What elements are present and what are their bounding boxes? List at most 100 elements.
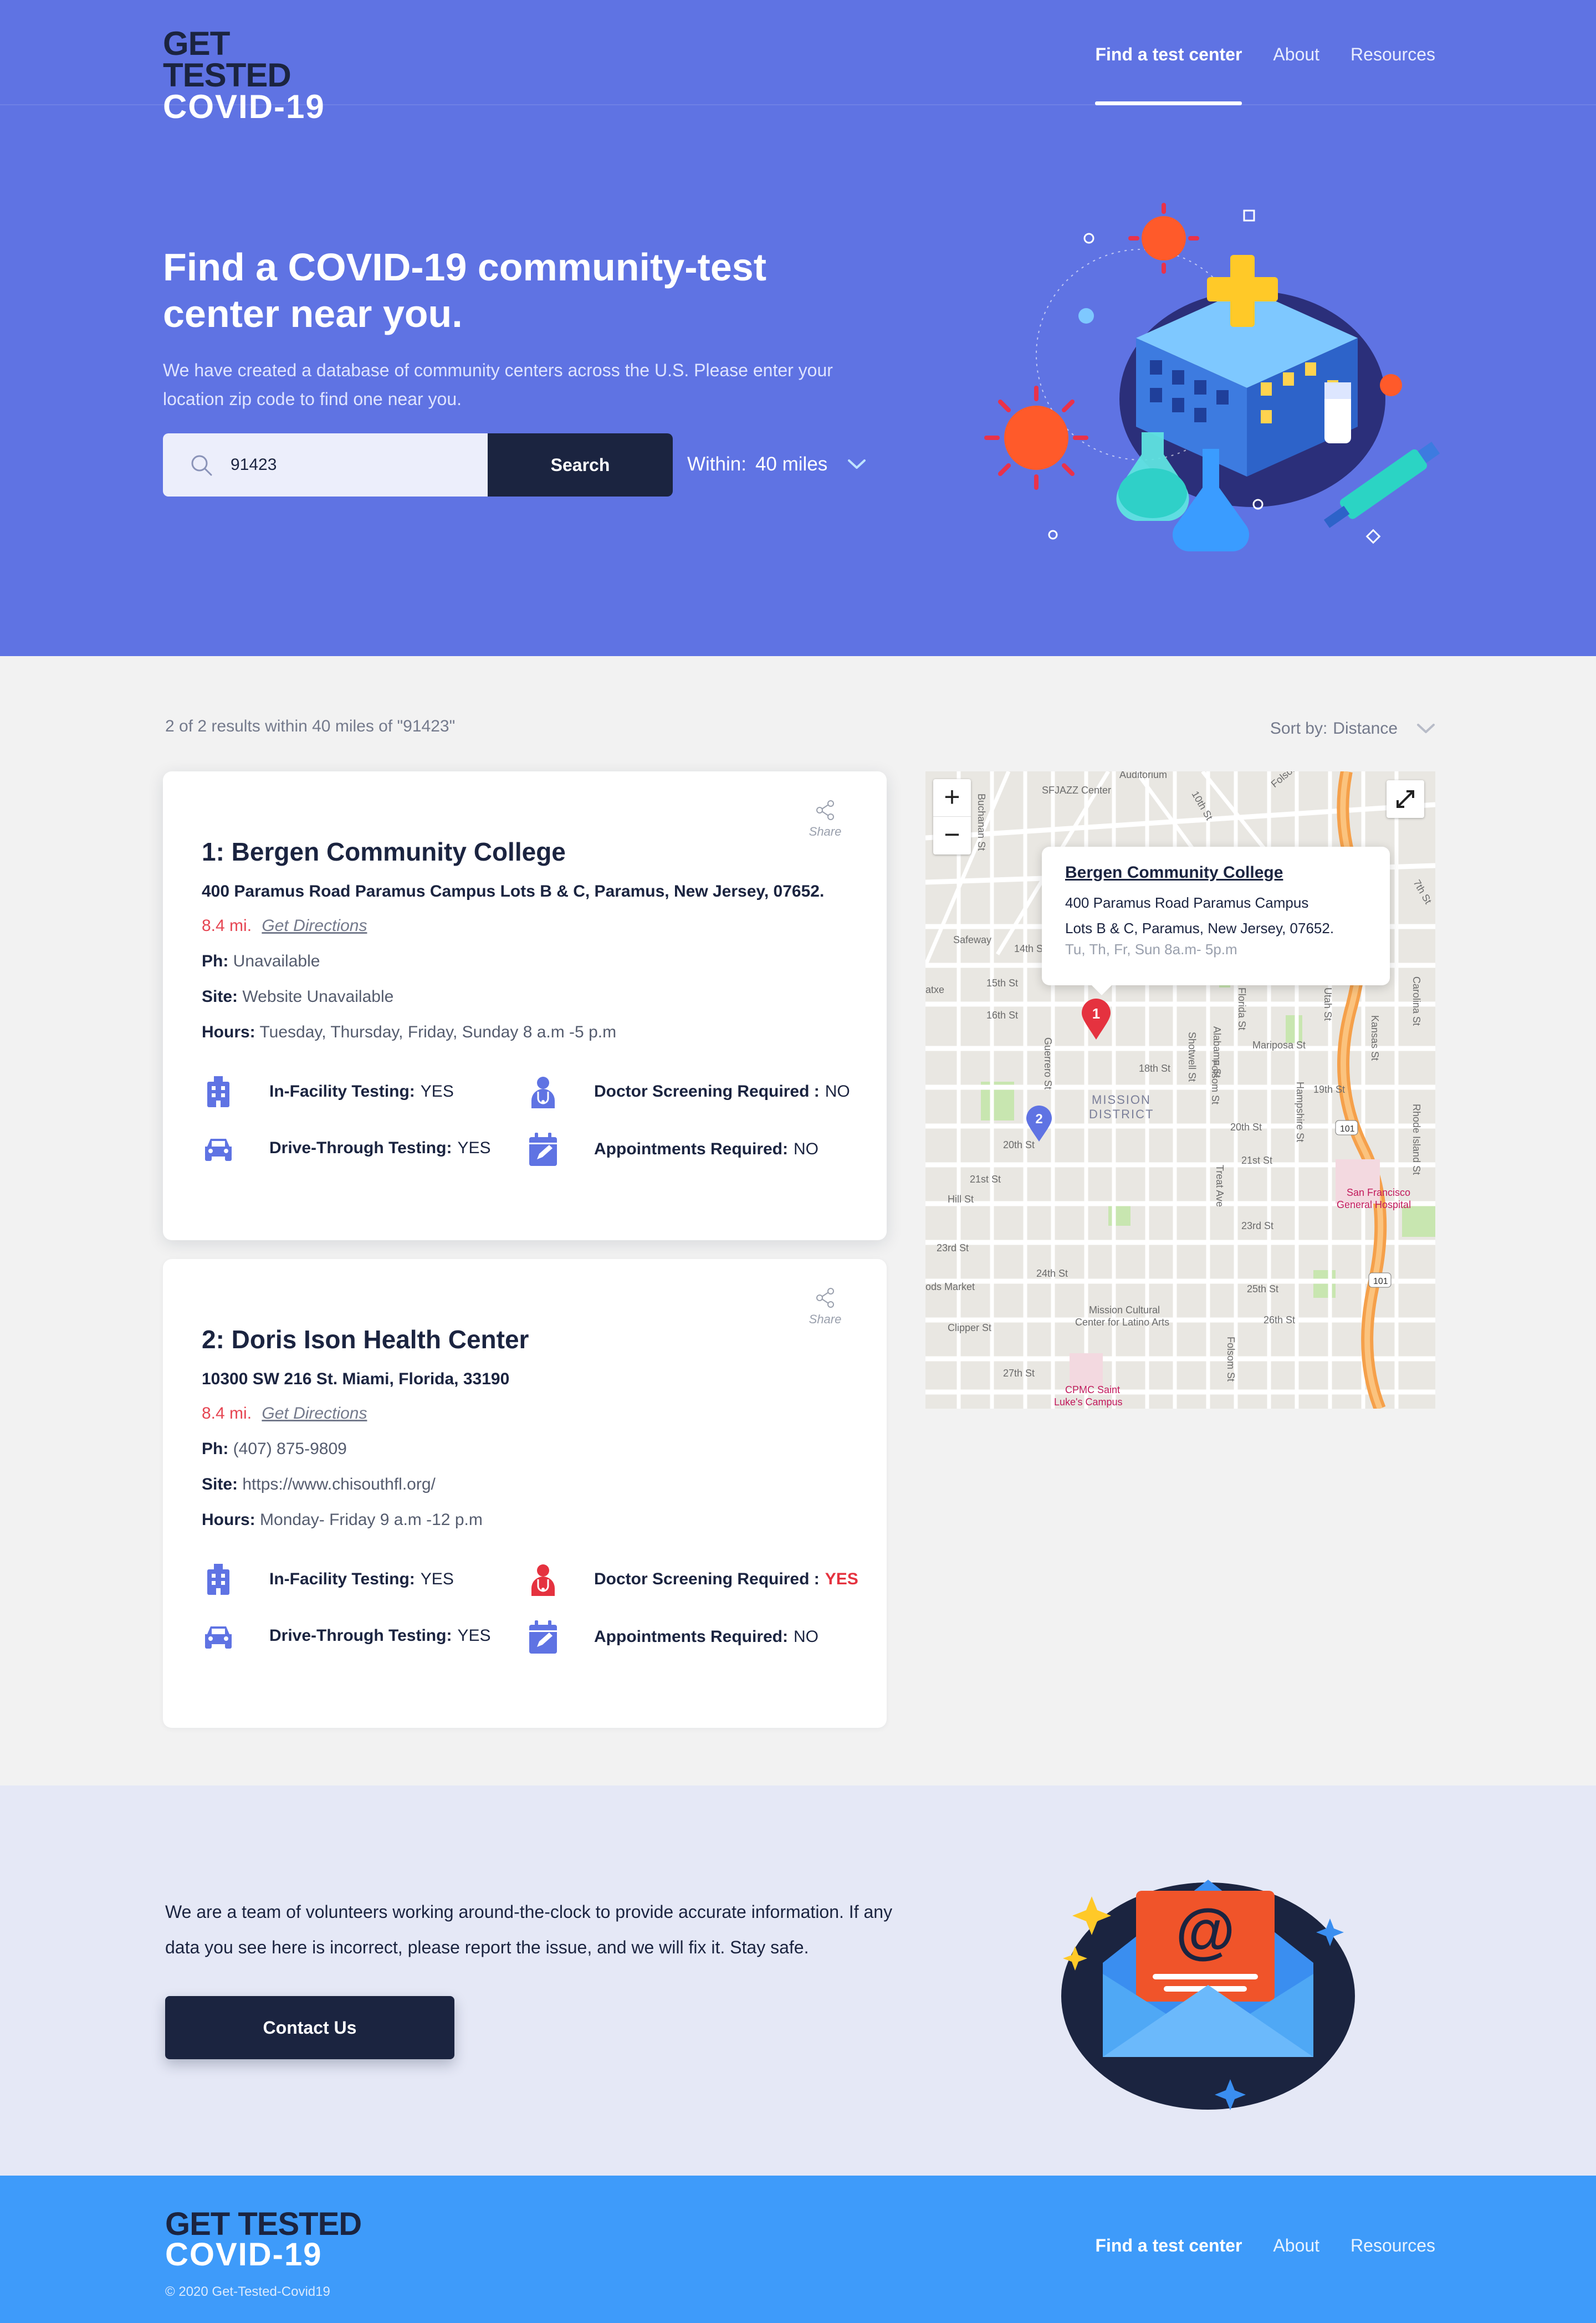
in-facility-testing: In-Facility Testing: YES bbox=[202, 1075, 454, 1108]
popup-address-line2: Lots B & C, Paramus, New Jersey, 07652. bbox=[1065, 920, 1334, 937]
doctor-icon bbox=[526, 1563, 560, 1596]
sort-dropdown[interactable]: Sort by: Distance bbox=[1270, 719, 1435, 738]
map-pin-2[interactable]: 2 bbox=[1025, 1105, 1053, 1143]
center-title[interactable]: 1: Bergen Community College bbox=[202, 837, 566, 867]
site-value: Website Unavailable bbox=[242, 987, 394, 1006]
hours-row: Hours: Tuesday, Thursday, Friday, Sunday… bbox=[202, 1023, 616, 1042]
map-pin-1[interactable]: 1 bbox=[1081, 999, 1112, 1041]
in-facility-testing: In-Facility Testing: YES bbox=[202, 1563, 454, 1596]
appointments-value: NO bbox=[794, 1140, 819, 1158]
doctor-screening-label: Doctor Screening Required : bbox=[594, 1570, 820, 1588]
nav-about[interactable]: About bbox=[1273, 44, 1319, 105]
phone-row: Ph: Unavailable bbox=[202, 952, 320, 971]
svg-text:Buchanan St: Buchanan St bbox=[976, 794, 987, 851]
footer: GET TESTED COVID-19 © 2020 Get-Tested-Co… bbox=[0, 2176, 1596, 2323]
svg-text:23rd St: 23rd St bbox=[1241, 1220, 1273, 1231]
svg-text:Guerrero St: Guerrero St bbox=[1042, 1037, 1053, 1089]
center-address: 400 Paramus Road Paramus Campus Lots B &… bbox=[202, 882, 825, 900]
share-icon bbox=[816, 800, 834, 820]
share-icon bbox=[816, 1288, 834, 1308]
nav-links: Find a test center About Resources bbox=[1095, 44, 1435, 105]
zoom-in-button[interactable]: + bbox=[933, 779, 971, 817]
brand-logo[interactable]: GET TESTED COVID-19 bbox=[163, 25, 329, 124]
center-distance: 8.4 mi. bbox=[202, 917, 252, 935]
svg-text:Folsom St: Folsom St bbox=[1225, 1337, 1236, 1381]
car-icon bbox=[202, 1619, 235, 1652]
contact-us-button[interactable]: Contact Us bbox=[165, 1996, 454, 2059]
drive-through-value: YES bbox=[457, 1626, 491, 1645]
hours-row: Hours: Monday- Friday 9 a.m -12 p.m bbox=[202, 1511, 483, 1529]
footer-brand-logo[interactable]: GET TESTED COVID-19 bbox=[165, 2208, 362, 2273]
calendar-edit-icon bbox=[526, 1133, 560, 1166]
zoom-controls: + − bbox=[933, 779, 971, 855]
zip-search-field[interactable] bbox=[163, 433, 488, 497]
fullscreen-button[interactable] bbox=[1387, 780, 1424, 818]
footer-resources[interactable]: Resources bbox=[1351, 2235, 1435, 2256]
chevron-down-icon bbox=[848, 459, 866, 469]
svg-text:14th St: 14th St bbox=[1014, 943, 1046, 954]
svg-text:Carolina St: Carolina St bbox=[1411, 976, 1422, 1026]
share-button[interactable]: Share bbox=[806, 1287, 845, 1327]
svg-text:Hampshire St: Hampshire St bbox=[1295, 1082, 1306, 1142]
get-directions-link[interactable]: Get Directions bbox=[262, 917, 367, 935]
results-map[interactable]: SFJAZZ Center Auditorium Safeway 15th St… bbox=[925, 771, 1435, 1409]
phone-label: Ph: bbox=[202, 1440, 229, 1458]
svg-text:CPMC Saint: CPMC Saint bbox=[1065, 1384, 1120, 1395]
svg-text:ods Market: ods Market bbox=[925, 1281, 975, 1292]
drive-through-value: YES bbox=[457, 1139, 491, 1157]
results-summary: 2 of 2 results within 40 miles of "91423… bbox=[165, 717, 456, 735]
in-facility-value: YES bbox=[420, 1570, 454, 1588]
svg-text:16th St: 16th St bbox=[986, 1010, 1018, 1021]
svg-text:21st St: 21st St bbox=[1241, 1155, 1272, 1166]
distance-dropdown[interactable]: Within: 40 miles bbox=[687, 453, 866, 475]
search-icon bbox=[191, 455, 212, 476]
search-button[interactable]: Search bbox=[488, 433, 673, 497]
doctor-screening-value: NO bbox=[825, 1082, 850, 1101]
svg-text:23rd St: 23rd St bbox=[937, 1242, 969, 1253]
share-label: Share bbox=[809, 825, 842, 838]
appointments-required: Appointments Required: NO bbox=[526, 1620, 819, 1654]
popup-title[interactable]: Bergen Community College bbox=[1065, 863, 1390, 882]
chevron-down-icon bbox=[1417, 724, 1435, 733]
svg-text:SFJAZZ Center: SFJAZZ Center bbox=[1042, 785, 1111, 796]
appointments-required: Appointments Required: NO bbox=[526, 1133, 819, 1166]
nav-resources[interactable]: Resources bbox=[1351, 44, 1435, 105]
within-label: Within: bbox=[687, 453, 746, 475]
svg-text:20th St: 20th St bbox=[1230, 1122, 1262, 1133]
zip-search-input[interactable] bbox=[231, 450, 463, 480]
svg-text:Florida St: Florida St bbox=[1236, 987, 1247, 1030]
site-label: Site: bbox=[202, 987, 238, 1006]
appointments-label: Appointments Required: bbox=[594, 1140, 788, 1158]
hours-value: Tuesday, Thursday, Friday, Sunday 8 a.m … bbox=[259, 1023, 617, 1041]
svg-text:Mariposa St: Mariposa St bbox=[1252, 1040, 1306, 1051]
in-facility-value: YES bbox=[420, 1082, 454, 1101]
hours-label: Hours: bbox=[202, 1511, 255, 1529]
drive-through-label: Drive-Through Testing: bbox=[269, 1139, 452, 1157]
test-center-card[interactable]: Share 2: Doris Ison Health Center 10300 … bbox=[163, 1259, 887, 1728]
map-info-popup[interactable]: Bergen Community College 400 Paramus Roa… bbox=[1042, 847, 1390, 995]
site-link[interactable]: https://www.chisouthfl.org/ bbox=[242, 1475, 436, 1493]
footer-find-test-center[interactable]: Find a test center bbox=[1095, 2235, 1242, 2256]
email-envelope-illustration: @ bbox=[1061, 1880, 1355, 2110]
center-title[interactable]: 2: Doris Ison Health Center bbox=[202, 1324, 529, 1354]
test-center-card[interactable]: Share 1: Bergen Community College 400 Pa… bbox=[163, 771, 887, 1240]
footer-about[interactable]: About bbox=[1273, 2235, 1319, 2256]
phone-value: Unavailable bbox=[233, 952, 320, 970]
sort-label: Sort by: bbox=[1270, 719, 1328, 738]
doctor-screening-value: YES bbox=[825, 1570, 858, 1588]
share-button[interactable]: Share bbox=[806, 799, 845, 839]
center-address: 10300 SW 216 St. Miami, Florida, 33190 bbox=[202, 1370, 510, 1388]
svg-text:atxe: atxe bbox=[925, 984, 944, 995]
brand-line2: COVID-19 bbox=[165, 2237, 323, 2273]
nav-find-test-center[interactable]: Find a test center bbox=[1095, 44, 1242, 105]
svg-text:Kansas St: Kansas St bbox=[1369, 1015, 1380, 1061]
svg-text:MISSION: MISSION bbox=[1092, 1093, 1151, 1107]
phone-value[interactable]: (407) 875-9809 bbox=[233, 1440, 347, 1458]
get-directions-link[interactable]: Get Directions bbox=[262, 1404, 367, 1423]
zoom-out-button[interactable]: − bbox=[933, 817, 971, 855]
svg-text:101: 101 bbox=[1373, 1277, 1388, 1286]
doctor-icon bbox=[526, 1075, 560, 1108]
hospital-building-icon bbox=[202, 1563, 235, 1596]
brand-line1: GET TESTED bbox=[163, 25, 291, 94]
hero-description: We have created a database of community … bbox=[163, 360, 833, 409]
